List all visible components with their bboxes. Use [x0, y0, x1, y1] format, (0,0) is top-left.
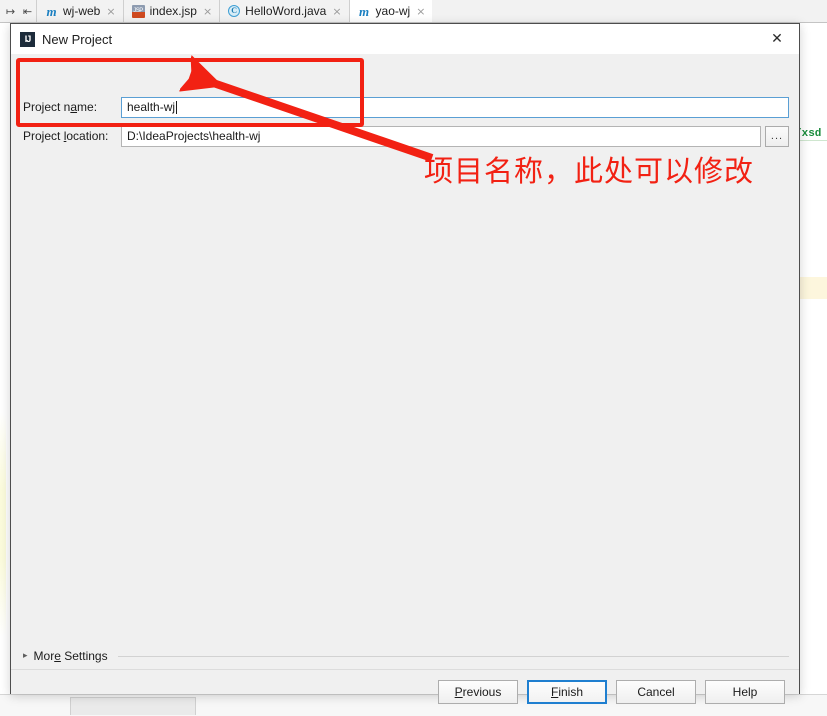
project-name-input[interactable]: health-wj: [121, 96, 789, 118]
close-icon[interactable]: ✕: [755, 24, 799, 54]
editor-tab-index-jsp[interactable]: JSP index.jsp ×: [122, 0, 220, 22]
label-part-post: me:: [77, 100, 98, 114]
more-settings-label: More Settings: [34, 649, 108, 663]
label-part-pre: Project: [23, 129, 64, 143]
text-caret: [176, 100, 178, 114]
help-button[interactable]: Help: [705, 680, 785, 704]
more-settings-section[interactable]: ▸ More Settings: [23, 649, 789, 663]
editor-tab-yao-wj[interactable]: m yao-wj ×: [348, 0, 433, 22]
project-name-row: Project name: health-wj: [23, 96, 789, 118]
dialog-title-bar: IJ New Project ✕: [11, 24, 799, 54]
editor-tab-helloword-java[interactable]: C HelloWord.java ×: [219, 0, 349, 22]
expand-select-icon[interactable]: ⇤: [23, 6, 32, 17]
editor-tab-label: wj-web: [63, 4, 101, 18]
maven-module-icon: m: [46, 3, 57, 19]
tab-bar-gutter-buttons: ↦ ⇤: [0, 0, 36, 22]
close-icon[interactable]: ×: [202, 6, 212, 17]
label-part-post: Settings: [60, 649, 108, 663]
label-part-pre: Help: [732, 685, 758, 699]
editor-tab-bar: ↦ ⇤ m wj-web × JSP index.jsp × C HelloWo…: [0, 0, 827, 23]
dialog-button-bar: Previous Finish Cancel Help: [11, 669, 799, 714]
editor-left-marker-strip: [0, 412, 6, 637]
project-name-label: Project name:: [23, 100, 121, 114]
project-name-value: health-wj: [127, 100, 176, 114]
label-part-post: ocation:: [66, 129, 109, 143]
editor-tab-wj-web[interactable]: m wj-web ×: [36, 0, 123, 22]
label-part-post: inish: [558, 685, 584, 699]
project-location-label: Project location:: [23, 129, 121, 143]
new-project-dialog: IJ New Project ✕ Project name: health-wj…: [10, 23, 800, 704]
browse-folder-button[interactable]: ...: [765, 125, 789, 147]
dialog-title: New Project: [42, 31, 113, 47]
section-divider: [117, 655, 789, 657]
label-part-pre: Cancel: [637, 685, 675, 699]
close-icon[interactable]: ×: [331, 6, 341, 17]
previous-button[interactable]: Previous: [438, 680, 518, 704]
dialog-body: Project name: health-wj Project location…: [11, 54, 799, 704]
cancel-button[interactable]: Cancel: [616, 680, 696, 704]
maven-module-icon: m: [358, 3, 370, 19]
label-part-pre: Project n: [23, 100, 71, 114]
project-location-row: Project location: D:\IdeaProjects\health…: [23, 125, 789, 147]
editor-code-underline: [796, 140, 827, 141]
editor-tab-label: yao-wj: [375, 4, 411, 18]
close-icon[interactable]: ×: [415, 6, 425, 17]
editor-tab-label: index.jsp: [149, 4, 197, 18]
chevron-right-icon: ▸: [23, 650, 28, 661]
label-mnemonic: e: [54, 649, 61, 663]
label-mnemonic: P: [454, 685, 463, 699]
intellij-idea-icon: IJ: [20, 31, 35, 47]
label-mnemonic: F: [550, 685, 559, 699]
label-part-post: revious: [462, 685, 502, 699]
jsp-file-icon: JSP: [131, 4, 145, 18]
finish-button[interactable]: Finish: [527, 680, 607, 704]
java-class-icon: C: [228, 5, 241, 17]
editor-highlight-band: [800, 277, 827, 299]
label-part-pre: Mor: [33, 649, 55, 663]
project-location-input[interactable]: D:\IdeaProjects\health-wj: [121, 125, 761, 147]
editor-tab-label: HelloWord.java: [245, 4, 327, 18]
project-location-value: D:\IdeaProjects\health-wj: [127, 129, 261, 143]
collapse-all-icon[interactable]: ↦: [6, 6, 15, 17]
close-icon[interactable]: ×: [105, 6, 115, 17]
